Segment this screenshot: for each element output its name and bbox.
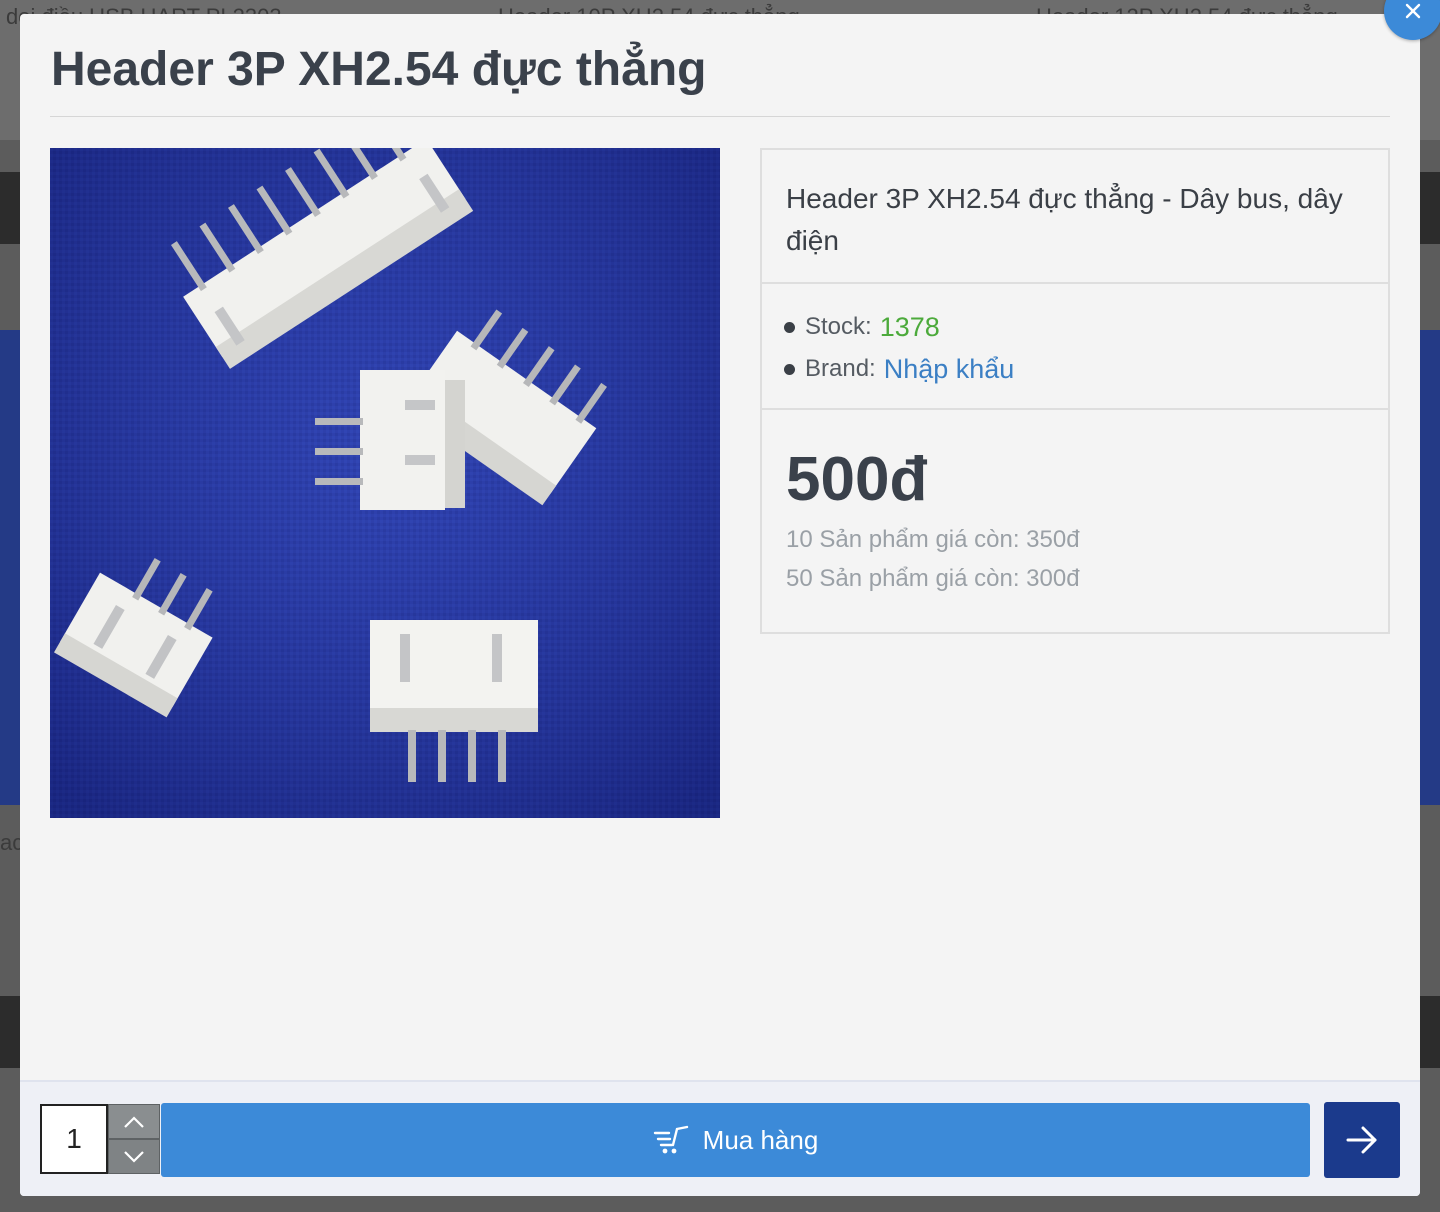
brand-label: Brand: bbox=[805, 355, 876, 382]
background-image bbox=[1420, 330, 1440, 805]
bullet-icon bbox=[784, 363, 795, 375]
product-info-panel: Header 3P XH2.54 đực thẳng - Dây bus, dâ… bbox=[760, 148, 1390, 634]
price-tier: 10 Sản phẩm giá còn: 350đ bbox=[786, 526, 1080, 553]
quantity-input[interactable]: 1 bbox=[40, 1104, 108, 1174]
quantity-decrease-button[interactable] bbox=[108, 1139, 160, 1174]
background-image bbox=[0, 330, 20, 805]
price-section: 500đ 10 Sản phẩm giá còn: 350đ 50 Sản ph… bbox=[762, 410, 1388, 632]
background-bar bbox=[0, 172, 20, 244]
close-icon bbox=[1405, 3, 1421, 19]
chevron-up-icon bbox=[124, 1115, 144, 1128]
stock-label: Stock: bbox=[805, 313, 872, 340]
product-quickview-modal: Header 3P XH2.54 đực thẳng Header 3P XH2… bbox=[20, 14, 1420, 1196]
background-bar bbox=[1420, 996, 1440, 1068]
brand-row: Brand: Nhập khẩu bbox=[784, 348, 1366, 390]
quantity-increase-button[interactable] bbox=[108, 1104, 160, 1139]
add-to-cart-label: Mua hàng bbox=[702, 1124, 819, 1155]
price-tier: 50 Sản phẩm giá còn: 300đ bbox=[786, 565, 1080, 592]
product-price: 500đ bbox=[786, 445, 928, 514]
background-bar bbox=[0, 996, 20, 1068]
product-description: Header 3P XH2.54 đực thẳng - Dây bus, dâ… bbox=[762, 150, 1388, 284]
chevron-down-icon bbox=[124, 1150, 144, 1163]
brand-link[interactable]: Nhập khẩu bbox=[884, 354, 1015, 385]
purchase-bar: 1 Mua hàng bbox=[20, 1080, 1420, 1196]
product-meta: Stock: 1378 Brand: Nhập khẩu bbox=[762, 284, 1388, 410]
add-to-cart-button[interactable]: Mua hàng bbox=[161, 1103, 1310, 1177]
arrow-right-icon bbox=[1346, 1126, 1377, 1154]
stock-row: Stock: 1378 bbox=[784, 306, 1366, 348]
background-bar bbox=[1420, 172, 1440, 244]
go-to-product-button[interactable] bbox=[1324, 1102, 1400, 1178]
cart-icon bbox=[653, 1125, 691, 1155]
product-title: Header 3P XH2.54 đực thẳng bbox=[51, 43, 707, 96]
product-image bbox=[50, 148, 720, 818]
stock-value: 1378 bbox=[879, 311, 940, 342]
title-divider bbox=[50, 116, 1390, 117]
bullet-icon bbox=[784, 321, 795, 333]
